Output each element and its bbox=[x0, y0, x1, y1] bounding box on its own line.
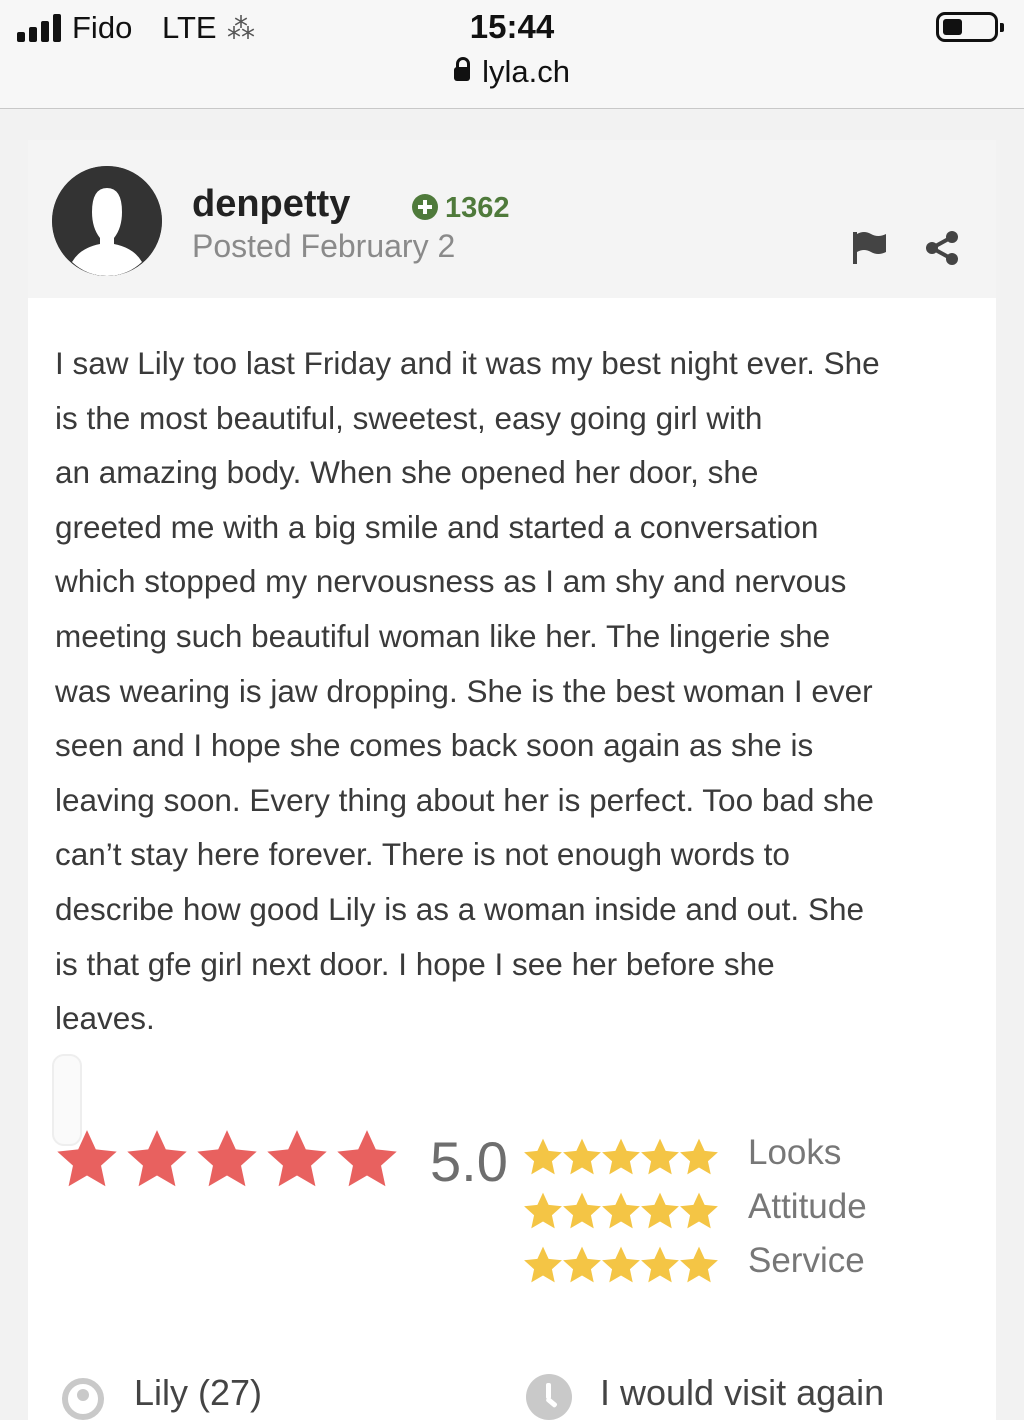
lock-icon bbox=[454, 57, 471, 81]
share-icon[interactable] bbox=[922, 228, 962, 268]
star-icon bbox=[524, 1138, 562, 1175]
star-icon bbox=[524, 1246, 562, 1283]
plus-icon bbox=[412, 194, 438, 220]
star-icon bbox=[680, 1246, 718, 1283]
avatar-icon bbox=[52, 166, 162, 276]
rating-label: Attitude bbox=[748, 1187, 867, 1226]
star-icon bbox=[127, 1130, 187, 1187]
clock-icon bbox=[526, 1374, 572, 1420]
flag-icon[interactable] bbox=[850, 228, 890, 268]
star-icon bbox=[602, 1246, 640, 1283]
star-icon bbox=[641, 1246, 679, 1283]
avatar[interactable] bbox=[52, 166, 162, 276]
post-header: denpetty 1362 Posted February 2 bbox=[28, 140, 996, 298]
star-icon bbox=[337, 1130, 397, 1187]
star-icon bbox=[57, 1130, 117, 1187]
user-points: 1362 bbox=[412, 192, 510, 225]
star-icon bbox=[641, 1192, 679, 1229]
star-icon bbox=[602, 1192, 640, 1229]
star-icon bbox=[563, 1192, 601, 1229]
status-bar: Fido LTE ⁂ 15:44 lyla.ch bbox=[0, 0, 1024, 109]
points-value: 1362 bbox=[445, 192, 510, 224]
star-icon bbox=[524, 1192, 562, 1229]
star-icon bbox=[641, 1138, 679, 1175]
escort-name[interactable]: Lily (27) bbox=[134, 1372, 262, 1414]
rating-label: Service bbox=[748, 1241, 865, 1280]
star-icon bbox=[197, 1130, 257, 1187]
visit-again: I would visit again bbox=[600, 1372, 885, 1413]
review-card: I saw Lily too last Friday and it was my… bbox=[28, 298, 996, 1420]
star-icon bbox=[267, 1130, 327, 1187]
star-icon bbox=[563, 1246, 601, 1283]
battery-icon bbox=[936, 12, 1004, 42]
url-text: lyla.ch bbox=[482, 54, 570, 89]
star-icon bbox=[602, 1138, 640, 1175]
star-icon bbox=[563, 1138, 601, 1175]
address-bar[interactable]: lyla.ch bbox=[0, 54, 1024, 90]
star-icon bbox=[680, 1138, 718, 1175]
post-date: Posted February 2 bbox=[192, 228, 456, 264]
star-icon bbox=[680, 1192, 718, 1229]
person-icon bbox=[62, 1378, 104, 1420]
status-time: 15:44 bbox=[469, 8, 555, 45]
overall-score: 5.0 bbox=[430, 1130, 508, 1193]
username-link[interactable]: denpetty bbox=[192, 183, 350, 226]
review-text: I saw Lily too last Friday and it was my… bbox=[55, 345, 880, 1037]
rating-label: Looks bbox=[748, 1133, 842, 1172]
